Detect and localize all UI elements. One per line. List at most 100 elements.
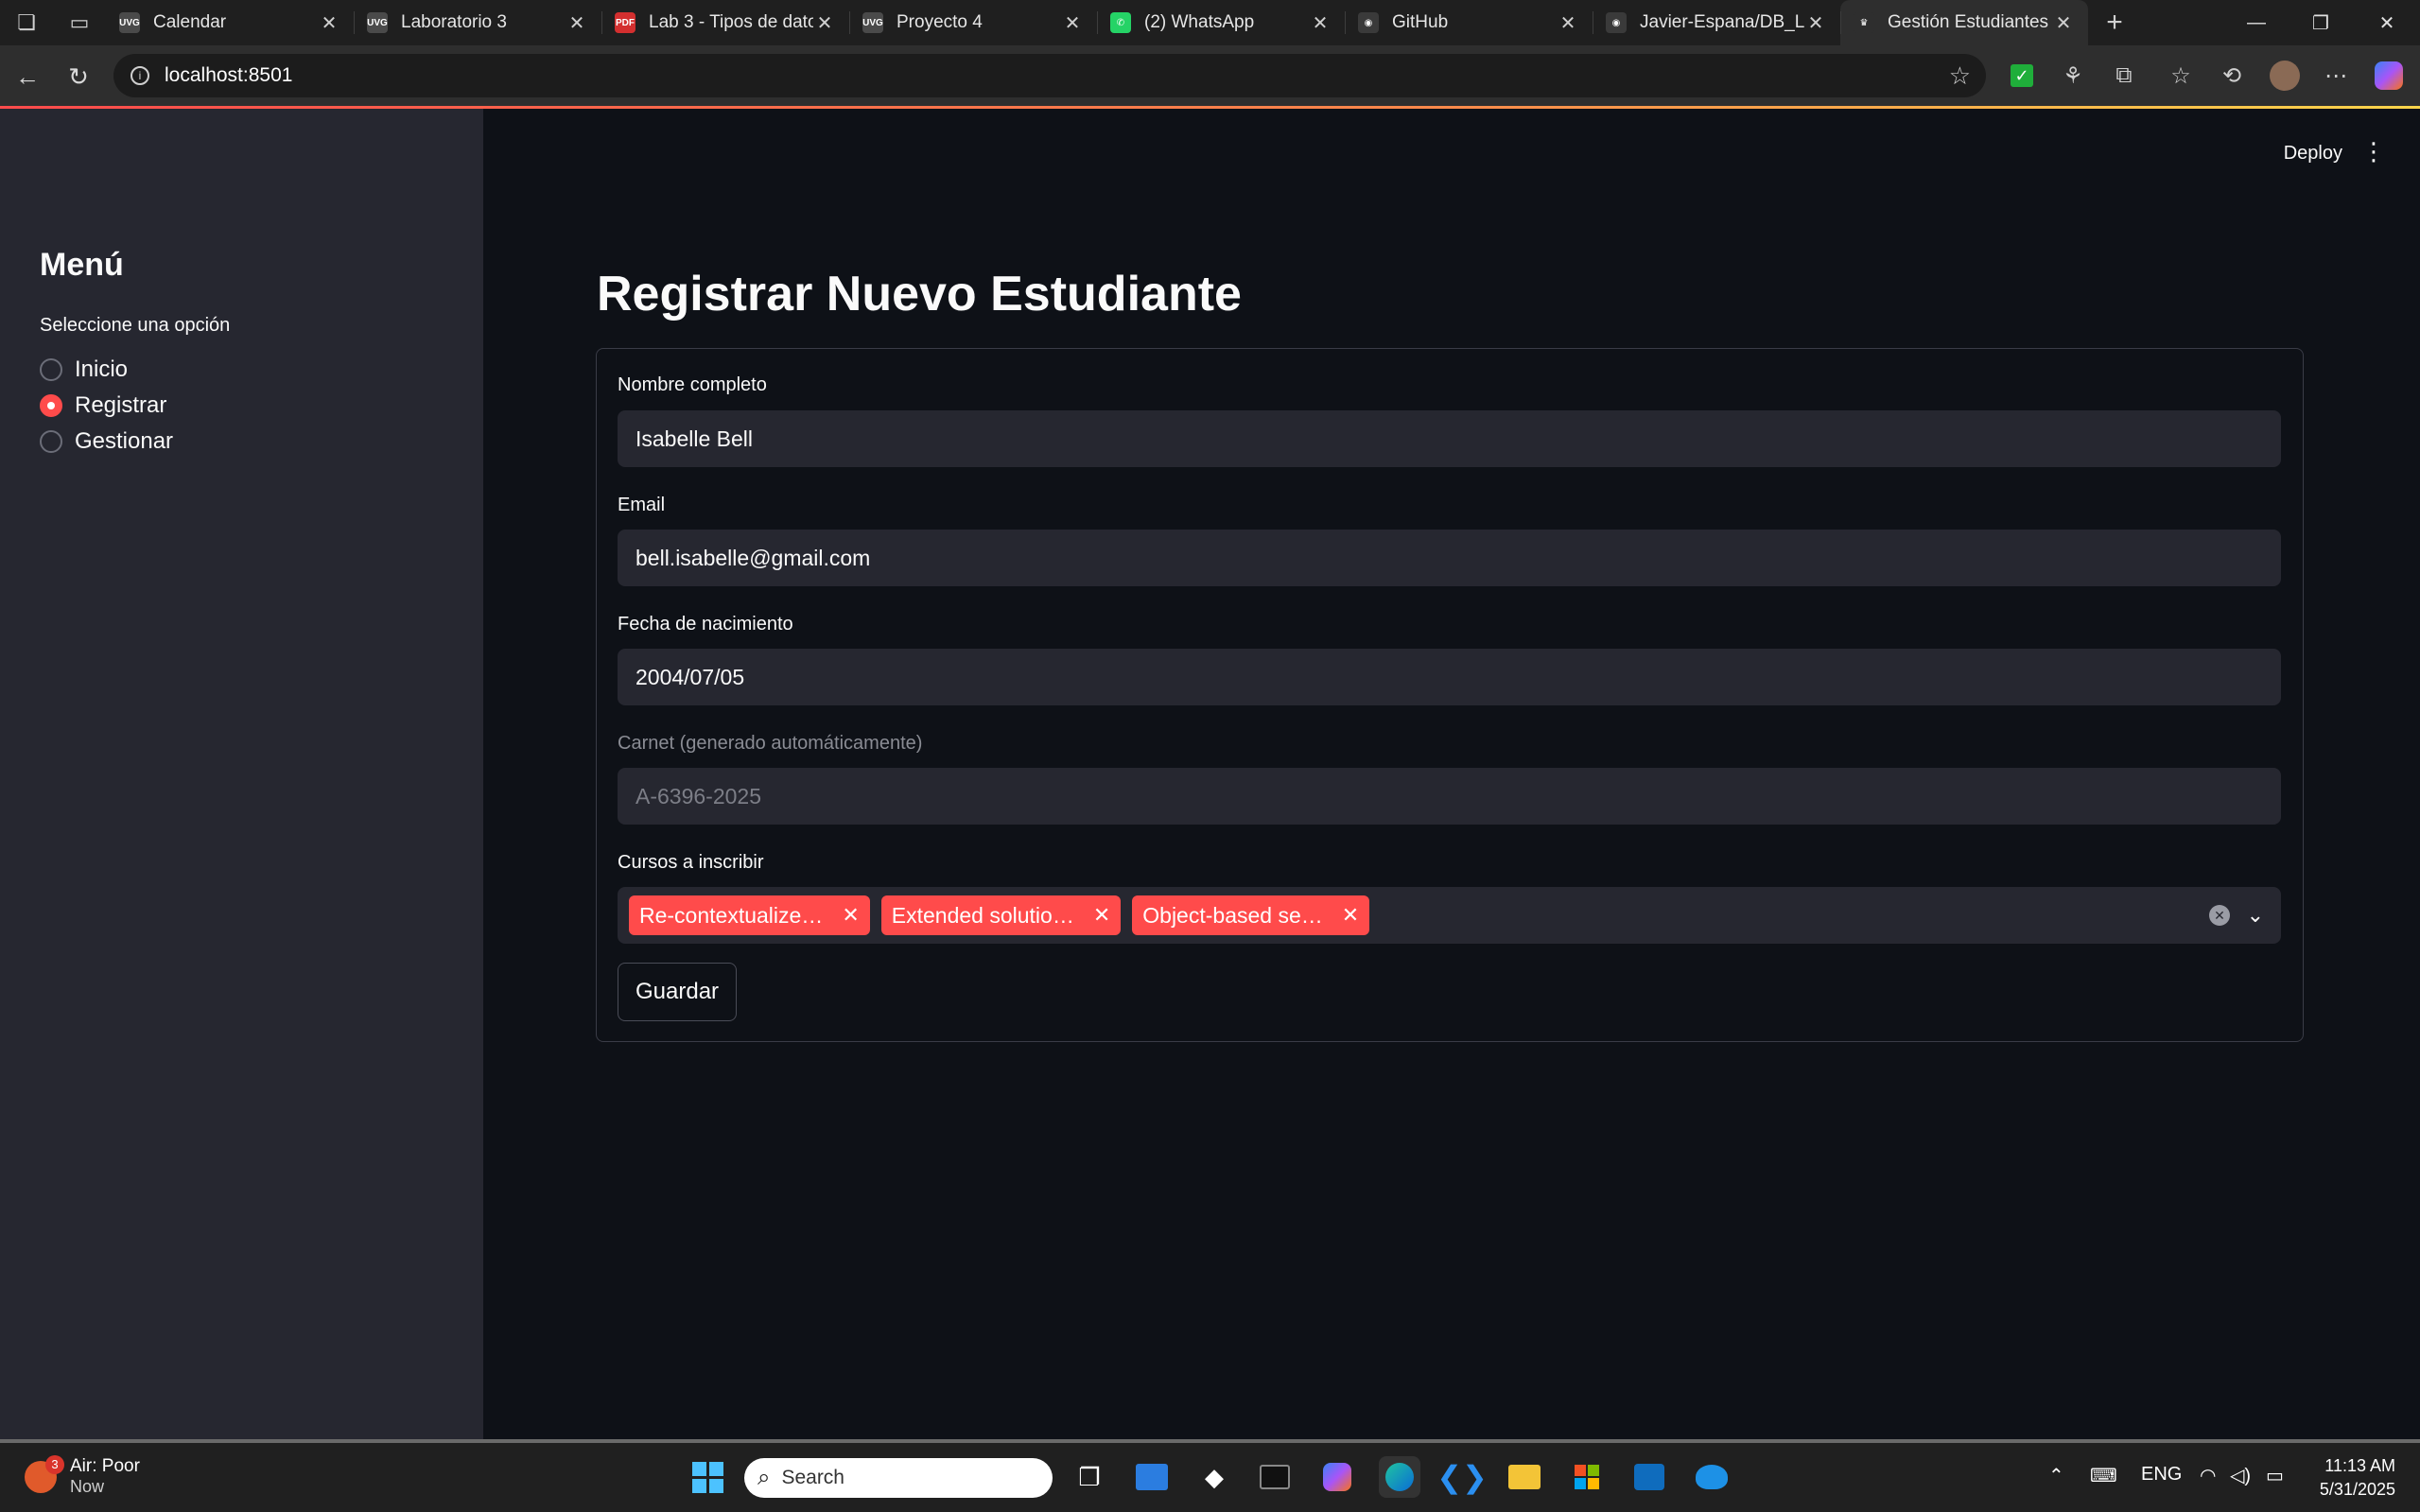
history-icon[interactable]: ⟲ xyxy=(2215,59,2249,93)
site-info-icon[interactable]: i xyxy=(131,66,149,85)
task-view-icon[interactable]: ❐ xyxy=(1069,1456,1110,1498)
search-label: Search xyxy=(781,1467,844,1488)
radio-group-label: Seleccione una opción xyxy=(40,315,231,336)
remove-course-icon[interactable]: ✕ xyxy=(842,903,859,928)
file-explorer-icon[interactable] xyxy=(1504,1456,1545,1498)
taskbar-search[interactable]: ⌕ Search xyxy=(744,1458,1053,1498)
github-icon: ◉ xyxy=(1606,12,1627,33)
browser-tab[interactable]: UVG Calendar ✕ xyxy=(106,0,354,45)
profile-avatar[interactable] xyxy=(2268,59,2302,93)
language-indicator[interactable]: ENG xyxy=(2141,1464,2182,1486)
radio-button[interactable] xyxy=(40,430,62,453)
outlook-icon[interactable] xyxy=(1628,1456,1670,1498)
favorites-icon[interactable]: ☆ xyxy=(2164,59,2198,93)
pdf-icon: PDF xyxy=(615,12,635,33)
weather-widget[interactable]: 3 Air: Poor Now xyxy=(25,1454,140,1497)
save-button[interactable]: Guardar xyxy=(618,963,738,1021)
carnet-input: A-6396-2025 xyxy=(618,768,2281,825)
github-icon: ◉ xyxy=(1358,12,1379,33)
favorite-star-icon[interactable]: ☆ xyxy=(1949,61,1971,91)
tab-label: Lab 3 - Tipos de dato xyxy=(649,12,813,32)
name-input[interactable]: Isabelle Bell xyxy=(618,410,2281,467)
selected-courses: Re-contextualize… ✕ Extended solutio… ✕ Obje… xyxy=(629,895,1381,935)
minimize-button[interactable]: — xyxy=(2224,0,2289,45)
main-content: Deploy ⋮ Registrar Nuevo Estudiante Nomb… xyxy=(483,109,2420,1440)
keyboard-icon[interactable]: ⌨ xyxy=(2090,1464,2117,1487)
sidebar: Menú Seleccione una opción Inicio Registr… xyxy=(0,109,483,1440)
deploy-button[interactable]: Deploy xyxy=(2284,143,2342,165)
address-url[interactable]: localhost:8501 xyxy=(165,64,292,87)
battery-icon[interactable]: ▭ xyxy=(2266,1464,2284,1487)
tab-close-icon[interactable]: ✕ xyxy=(1061,11,1084,35)
refresh-icon[interactable]: ↻ xyxy=(53,51,104,102)
tab-close-icon[interactable]: ✕ xyxy=(2052,11,2075,35)
extensions-icon[interactable]: ⧉ xyxy=(2107,59,2141,93)
volume-icon[interactable]: ◁) xyxy=(2230,1464,2251,1487)
terminal-icon[interactable] xyxy=(1254,1456,1296,1498)
show-hidden-icons[interactable]: ⌃ xyxy=(2048,1464,2064,1487)
menu-option-registrar[interactable]: Registrar xyxy=(40,392,166,419)
new-tab-button[interactable]: + xyxy=(2088,0,2141,45)
course-chip: Re-contextualize… ✕ xyxy=(629,895,870,935)
browser-tab[interactable]: UVG Laboratorio 3 ✕ xyxy=(354,0,601,45)
radio-button[interactable] xyxy=(40,358,62,381)
microsoft-store-icon[interactable] xyxy=(1566,1456,1608,1498)
tab-close-icon[interactable]: ✕ xyxy=(566,11,588,35)
browser-tab[interactable]: ◉ Javier-Espana/DB_LA ✕ xyxy=(1593,0,1840,45)
tab-label: GitHub xyxy=(1392,12,1449,32)
chevron-down-icon[interactable]: ⌄ xyxy=(2247,903,2264,928)
courses-multiselect[interactable]: Re-contextualize… ✕ Extended solutio… ✕ Obje… xyxy=(618,887,2281,944)
vscode-icon[interactable]: ❮❯ xyxy=(1436,1456,1488,1498)
windows-start-icon[interactable] xyxy=(687,1456,728,1498)
extension-icon-2[interactable]: ⚘ xyxy=(2056,59,2090,93)
uvg-icon: UVG xyxy=(119,12,140,33)
tab-close-icon[interactable]: ✕ xyxy=(1557,11,1579,35)
system-clock[interactable]: 11:13 AM 5/31/2025 xyxy=(2320,1454,2395,1502)
main-menu-icon[interactable]: ⋮ xyxy=(2361,137,2386,166)
tab-actions-icon[interactable]: ▭ xyxy=(53,0,106,45)
edge-icon[interactable] xyxy=(1379,1456,1420,1498)
browser-toolbar: ← ↻ i localhost:8501 ☆ ✓ ⚘ ⧉ ☆ ⟲ ⋯ xyxy=(0,45,2420,108)
restore-button[interactable]: ❐ xyxy=(2289,0,2353,45)
menu-option-gestionar[interactable]: Gestionar xyxy=(40,428,173,455)
tab-close-icon[interactable]: ✕ xyxy=(318,11,340,35)
tab-label: Gestión Estudiantes xyxy=(1888,12,2049,32)
remove-course-icon[interactable]: ✕ xyxy=(1342,903,1359,928)
wifi-icon[interactable]: ◠ xyxy=(2200,1464,2216,1487)
clear-selection-icon[interactable]: ✕ xyxy=(2209,905,2230,926)
browser-tab[interactable]: PDF Lab 3 - Tipos de dato ✕ xyxy=(601,0,849,45)
browser-tab[interactable]: ♛ Gestión Estudiantes ✕ xyxy=(1840,0,2088,45)
radio-button[interactable] xyxy=(40,394,62,417)
copilot-icon[interactable] xyxy=(2372,59,2406,93)
browser-tab[interactable]: UVG Proyecto 4 ✕ xyxy=(849,0,1097,45)
course-chip-label: Extended solutio… xyxy=(891,902,1074,928)
remove-course-icon[interactable]: ✕ xyxy=(1093,903,1110,928)
course-chip-label: Object-based se… xyxy=(1142,902,1323,928)
tab-label: Laboratorio 3 xyxy=(401,12,507,32)
menu-option-inicio[interactable]: Inicio xyxy=(40,356,128,383)
back-icon[interactable]: ← xyxy=(2,51,53,102)
address-bar[interactable]: i localhost:8501 ☆ xyxy=(113,54,1986,97)
carnet-label: Carnet (generado automáticamente) xyxy=(618,733,923,754)
birthdate-input[interactable]: 2004/07/05 xyxy=(618,649,2281,705)
course-chip: Extended solutio… ✕ xyxy=(880,895,1122,935)
more-options-icon[interactable]: ⋯ xyxy=(2319,59,2353,93)
tab-close-icon[interactable]: ✕ xyxy=(1804,11,1827,35)
browser-tab[interactable]: ✆ (2) WhatsApp ✕ xyxy=(1097,0,1345,45)
tab-close-icon[interactable]: ✕ xyxy=(813,11,836,35)
copilot-app-icon[interactable] xyxy=(1316,1456,1358,1498)
docker-icon[interactable] xyxy=(1691,1456,1732,1498)
photos-icon[interactable] xyxy=(1131,1456,1173,1498)
extension-check-icon[interactable]: ✓ xyxy=(2005,59,2039,93)
email-input[interactable]: bell.isabelle@gmail.com xyxy=(618,530,2281,586)
tab-label: Calendar xyxy=(153,12,227,32)
close-window-button[interactable]: ✕ xyxy=(2355,0,2419,45)
browser-tab[interactable]: ◉ GitHub ✕ xyxy=(1345,0,1593,45)
tab-close-icon[interactable]: ✕ xyxy=(1309,11,1332,35)
clock-date: 5/31/2025 xyxy=(2319,1480,2395,1499)
search-icon: ⌕ xyxy=(757,1465,771,1490)
alienware-icon[interactable]: ◆ xyxy=(1193,1456,1235,1498)
student-form: Nombre completo Isabelle Bell Email bell… xyxy=(596,348,2304,1042)
name-label: Nombre completo xyxy=(618,374,767,395)
workspaces-icon[interactable]: ❏ xyxy=(0,0,53,45)
